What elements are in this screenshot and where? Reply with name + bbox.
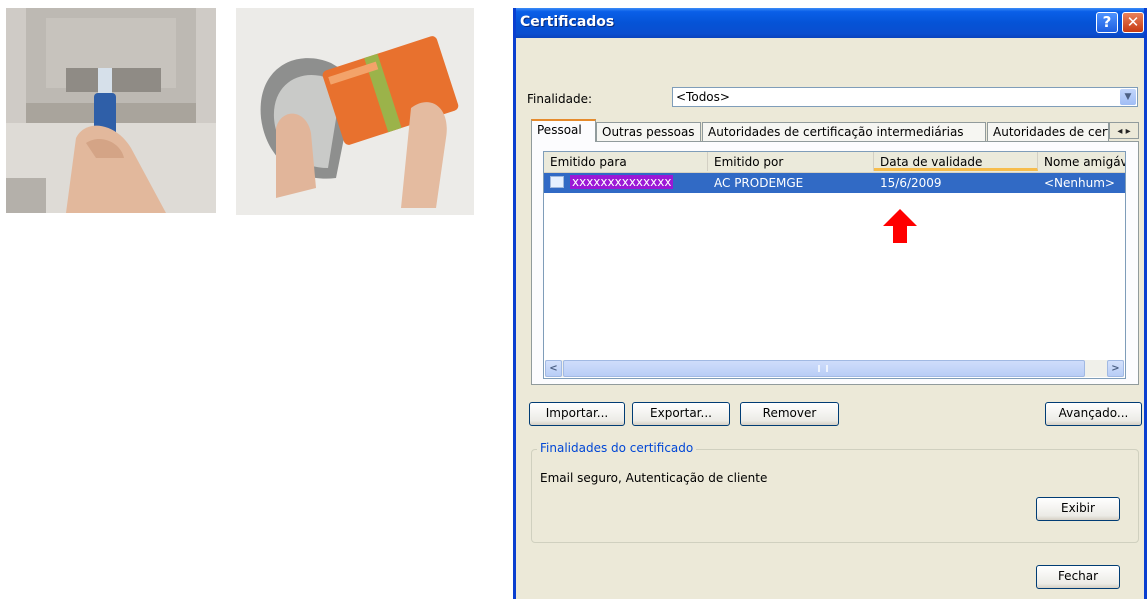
remover-button[interactable]: Remover	[740, 402, 839, 426]
avancado-button[interactable]: Avançado...	[1045, 402, 1142, 426]
exibir-button[interactable]: Exibir	[1036, 497, 1120, 521]
tab-autoridades-intermediarias[interactable]: Autoridades de certificação intermediári…	[702, 122, 986, 141]
usb-token-photo	[6, 8, 216, 213]
tab-pessoal[interactable]: Pessoal	[531, 119, 596, 142]
finalidade-dropdown[interactable]: <Todos> ▼	[672, 87, 1138, 107]
smart-card-photo	[236, 8, 474, 215]
list-header: Emitido para Emitido por Data de validad…	[544, 152, 1125, 173]
close-button[interactable]: ✕	[1122, 12, 1144, 33]
finalidade-label: Finalidade:	[527, 92, 593, 106]
tab-strip: Pessoal Outras pessoas Autoridades de ce…	[531, 119, 1139, 142]
help-button[interactable]: ?	[1096, 12, 1118, 33]
certificate-icon	[550, 176, 564, 188]
fechar-button[interactable]: Fechar	[1036, 565, 1120, 589]
exportar-button[interactable]: Exportar...	[632, 402, 730, 426]
table-row[interactable]: xxxxxxxxxxxxxx AC PRODEMGE 15/6/2009 <Ne…	[544, 173, 1125, 193]
tab-autoridades-certificacao[interactable]: Autoridades de cert	[987, 122, 1109, 141]
column-header-emitido-para[interactable]: Emitido para	[544, 152, 708, 171]
title-bar[interactable]: Certificados ? ✕	[516, 8, 1144, 38]
importar-button[interactable]: Importar...	[529, 402, 625, 426]
horizontal-scrollbar[interactable]: < >	[545, 360, 1124, 377]
cell-emitido-para: xxxxxxxxxxxxxx	[570, 175, 674, 189]
finalidades-text: Email seguro, Autenticação de cliente	[540, 471, 768, 485]
chevron-down-icon[interactable]: ▼	[1120, 89, 1136, 105]
grip-icon	[818, 365, 828, 372]
scroll-right-button[interactable]: >	[1107, 360, 1124, 377]
column-header-nome-amigavel[interactable]: Nome amigáv	[1038, 152, 1125, 171]
dialog-title: Certificados	[520, 14, 615, 30]
column-header-data-validade[interactable]: Data de validade	[874, 152, 1038, 171]
certificates-dialog: Certificados ? ✕ Finalidade: <Todos> ▼ P…	[513, 8, 1147, 599]
cell-emitido-por: AC PRODEMGE	[714, 176, 804, 190]
certificate-list[interactable]: Emitido para Emitido por Data de validad…	[543, 151, 1126, 379]
scrollbar-thumb[interactable]	[563, 360, 1085, 377]
cell-nome-amigavel: <Nenhum>	[1044, 176, 1115, 190]
column-header-emitido-por[interactable]: Emitido por	[708, 152, 874, 171]
cell-data-validade: 15/6/2009	[880, 176, 942, 190]
red-arrow-up-icon	[883, 209, 917, 243]
finalidades-groupbox: Finalidades do certificado Email seguro,…	[531, 441, 1139, 543]
tab-outras-pessoas[interactable]: Outras pessoas	[596, 122, 701, 141]
scroll-left-button[interactable]: <	[545, 360, 562, 377]
finalidades-legend: Finalidades do certificado	[537, 441, 697, 455]
finalidade-value: <Todos>	[676, 90, 730, 104]
tab-scroll-arrows-icon[interactable]: ◂ ▸	[1109, 122, 1139, 139]
tab-panel: Emitido para Emitido por Data de validad…	[531, 141, 1139, 385]
